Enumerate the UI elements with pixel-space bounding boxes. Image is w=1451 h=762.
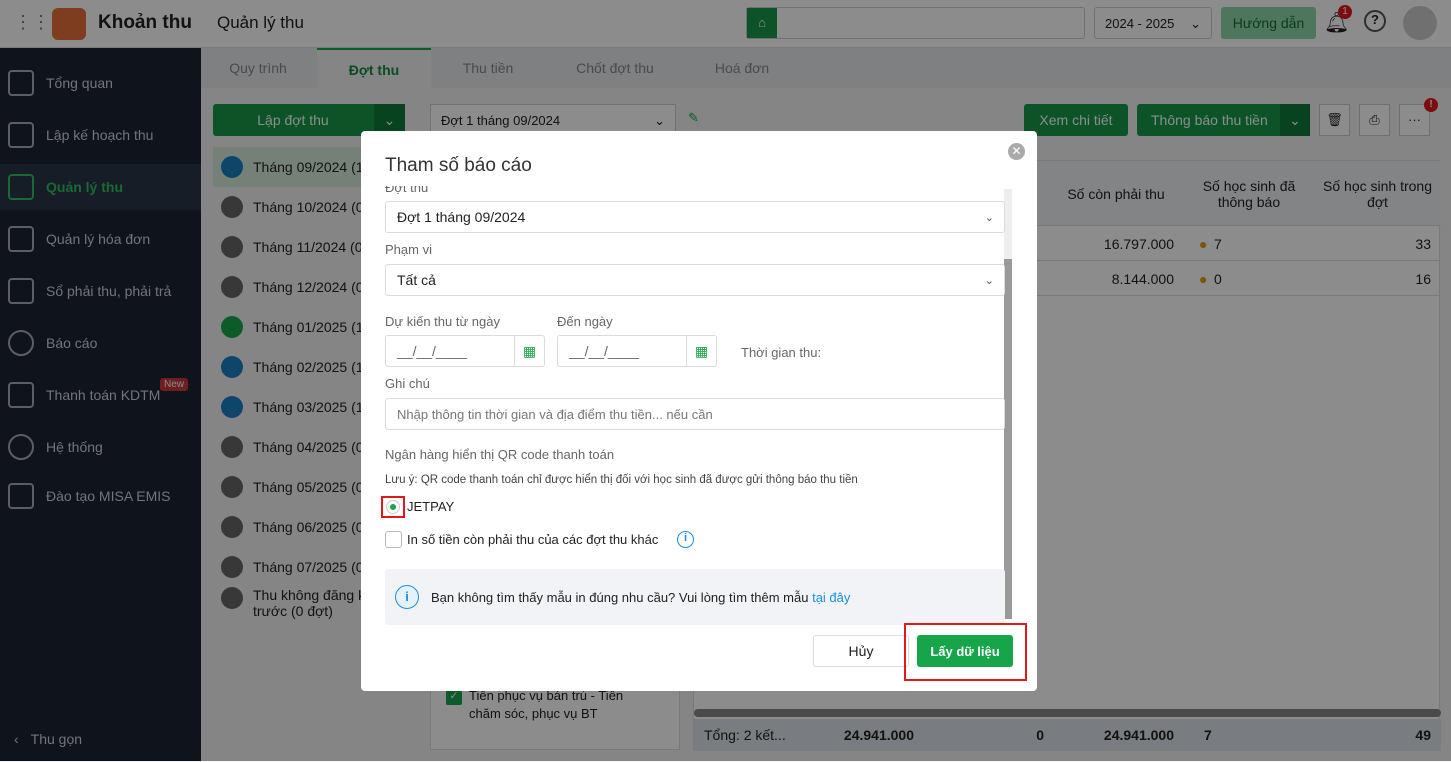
scope-dropdown[interactable]: Tất cả ⌄ [385, 264, 1005, 296]
cancel-button[interactable]: Hủy [813, 635, 909, 667]
to-date-placeholder: __/__/____ [569, 343, 640, 359]
chevron-down-icon: ⌄ [984, 274, 994, 287]
bank-label: Ngân hàng hiển thị QR code thanh toán [385, 447, 615, 462]
vertical-scrollbar[interactable] [1004, 189, 1012, 619]
calendar-icon[interactable]: ▦ [514, 336, 544, 366]
scope-label: Phạm vi [385, 242, 432, 257]
jetpay-radio[interactable] [386, 500, 400, 514]
bank-note: Lưu ý: QR code thanh toán chỉ được hiển … [385, 474, 858, 486]
info-icon: i [395, 585, 419, 609]
to-date-input[interactable]: __/__/____ ▦ [557, 335, 717, 367]
close-icon[interactable]: ✕ [1008, 143, 1025, 160]
find-template-link[interactable]: tại đây [812, 590, 850, 605]
scope-value: Tất cả [397, 272, 436, 288]
batch-dropdown[interactable]: Đợt 1 tháng 09/2024 ⌄ [385, 201, 1005, 233]
dialog-title: Tham số báo cáo [385, 155, 532, 176]
batch-label: Đợt thu [385, 186, 429, 194]
note-placeholder: Nhập thông tin thời gian và địa điểm thu… [397, 406, 713, 422]
to-date-label: Đến ngày [557, 314, 613, 329]
print-other-checkbox[interactable] [385, 531, 402, 548]
note-label: Ghi chú [385, 376, 430, 391]
info-banner: i Bạn không tìm thấy mẫu in đúng nhu cầu… [385, 569, 1005, 625]
from-date-placeholder: __/__/____ [397, 343, 468, 359]
info-text: Bạn không tìm thấy mẫu in đúng nhu cầu? … [431, 590, 809, 605]
chevron-down-icon: ⌄ [984, 211, 994, 224]
info-icon[interactable]: i [677, 531, 694, 548]
from-date-label: Dự kiến thu từ ngày [385, 314, 500, 329]
note-input[interactable]: Nhập thông tin thời gian và địa điểm thu… [385, 398, 1005, 430]
calendar-icon[interactable]: ▦ [686, 336, 716, 366]
collect-time-label: Thời gian thu: [741, 345, 822, 360]
from-date-input[interactable]: __/__/____ ▦ [385, 335, 545, 367]
get-data-button[interactable]: Lấy dữ liệu [917, 635, 1013, 667]
print-other-label: In số tiền còn phải thu của các đợt thu … [407, 532, 659, 547]
batch-dropdown-value: Đợt 1 tháng 09/2024 [397, 209, 526, 225]
jetpay-label: JETPAY [407, 499, 455, 514]
report-params-dialog: Tham số báo cáo ✕ Đợt thu Đợt 1 tháng 09… [361, 131, 1037, 691]
